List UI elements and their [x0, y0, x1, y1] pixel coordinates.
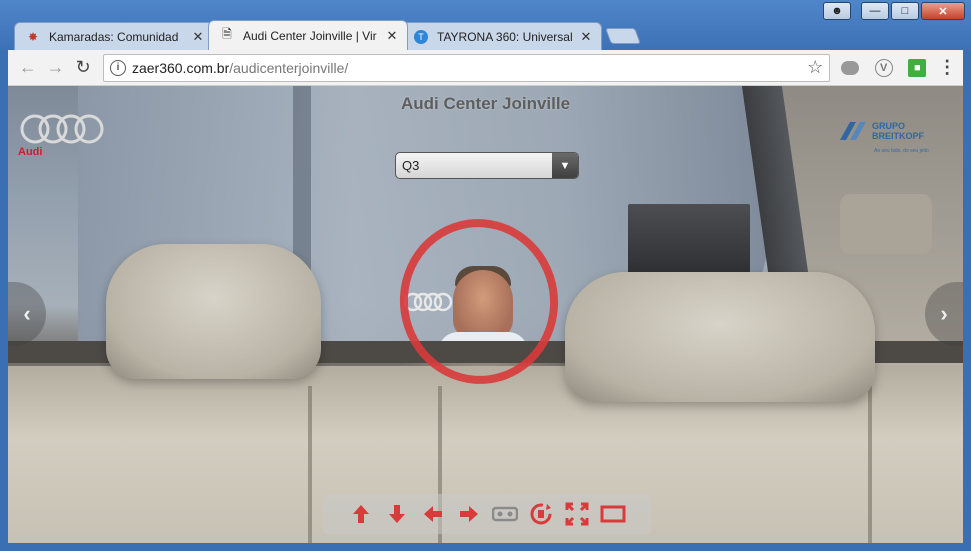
arrow-down-icon[interactable] — [384, 501, 410, 527]
audi-rings-logo — [20, 114, 104, 144]
seat-seam — [308, 386, 312, 543]
tab-strip: ✸ Kamaradas: Comunidad ✕ 🗎 Audi Center J… — [14, 20, 641, 50]
lock-icon: ■ — [908, 58, 927, 77]
maximize-button[interactable]: □ — [891, 2, 919, 20]
lock-extension-button[interactable]: ■ — [904, 54, 932, 82]
tab-kamaradas[interactable]: ✸ Kamaradas: Comunidad ✕ — [14, 22, 214, 50]
tab-title: Audi Center Joinville | Vir — [243, 28, 377, 43]
minimize-button[interactable]: — — [861, 2, 889, 20]
viewer-control-bar — [323, 494, 651, 534]
window-controls: ☻ — □ ✕ — [823, 2, 965, 20]
page-favicon-icon: 🗎 — [222, 27, 232, 41]
chevron-right-icon: › — [940, 301, 948, 326]
url-path: /audicenterjoinville/ — [229, 59, 349, 76]
tab-close-icon[interactable]: ✕ — [579, 29, 593, 45]
browser-toolbar: ← → ↻ i zaer360.com.br/audicenterjoinvil… — [8, 50, 963, 86]
user-icon[interactable]: ☻ — [823, 2, 851, 20]
arrow-left-icon[interactable] — [420, 501, 446, 527]
cabin-light — [840, 194, 932, 254]
right-headrest — [565, 272, 875, 402]
extension-icon — [841, 60, 860, 75]
seat-seam — [868, 386, 872, 543]
hide-controls-icon[interactable] — [600, 501, 626, 527]
address-bar[interactable]: i zaer360.com.br/audicenterjoinville/ ☆ — [102, 53, 831, 82]
audi-brand-word: Audi — [18, 146, 43, 158]
dealer-line1: GRUPO — [872, 121, 906, 131]
left-headrest — [106, 244, 321, 379]
vivaldi-extension-button[interactable]: V — [870, 54, 898, 82]
arrow-right-icon[interactable] — [456, 501, 482, 527]
title-bar: ☻ — □ ✕ ✸ Kamaradas: Comunidad ✕ 🗎 Audi … — [0, 0, 971, 52]
dealer-tagline: Ao seu lado, do seu jeito — [874, 148, 929, 154]
browser-window: ☻ — □ ✕ ✸ Kamaradas: Comunidad ✕ 🗎 Audi … — [0, 0, 971, 551]
url-domain: zaer360.com.br — [131, 59, 230, 76]
tayrona-favicon-icon: T — [413, 29, 429, 45]
page-title: Audi Center Joinville — [400, 94, 571, 113]
reload-icon[interactable]: ↻ — [69, 54, 97, 82]
tab-title: Kamaradas: Comunidad — [49, 29, 179, 44]
tab-tayrona[interactable]: T TAYRONA 360: Universal ✕ — [402, 22, 602, 50]
menu-icon[interactable]: ⋮ — [937, 57, 957, 78]
close-window-button[interactable]: ✕ — [921, 2, 965, 20]
model-select-value: Q3 — [402, 158, 420, 173]
site-info-icon[interactable]: i — [109, 59, 126, 76]
chevron-left-icon: ‹ — [23, 301, 31, 326]
v-extension-icon: V — [874, 58, 893, 77]
auto-rotate-icon[interactable] — [528, 501, 554, 527]
forward-icon[interactable]: → — [42, 54, 70, 82]
back-icon[interactable]: ← — [14, 54, 42, 82]
fullscreen-icon[interactable] — [564, 501, 590, 527]
brochure-shelf — [628, 204, 750, 274]
kamaradas-favicon-icon: ✸ — [27, 29, 39, 44]
prev-scene-button[interactable]: ‹ — [8, 282, 46, 346]
new-tab-button[interactable] — [605, 28, 641, 44]
dealer-line2: BREITKOPF — [872, 131, 925, 141]
tab-close-icon[interactable]: ✕ — [191, 29, 205, 45]
tab-audi-center[interactable]: 🗎 Audi Center Joinville | Vir ✕ — [208, 20, 408, 50]
panorama-viewer[interactable]: Audi Center Joinville Audi GRUPO BREITKO… — [8, 86, 963, 543]
extension-button[interactable] — [836, 54, 864, 82]
bookmark-star-icon[interactable]: ☆ — [807, 57, 823, 78]
tab-close-icon[interactable]: ✕ — [385, 28, 399, 44]
chevron-down-icon[interactable]: ▼ — [552, 153, 578, 178]
model-select[interactable]: Q3 ▼ — [395, 152, 579, 179]
tab-title: TAYRONA 360: Universal — [437, 29, 573, 44]
vr-glasses-icon[interactable] — [492, 501, 518, 527]
breitkopf-mark-icon — [840, 122, 866, 140]
arrow-up-icon[interactable] — [348, 501, 374, 527]
grupo-breitkopf-logo: GRUPO BREITKOPF — [836, 116, 924, 146]
